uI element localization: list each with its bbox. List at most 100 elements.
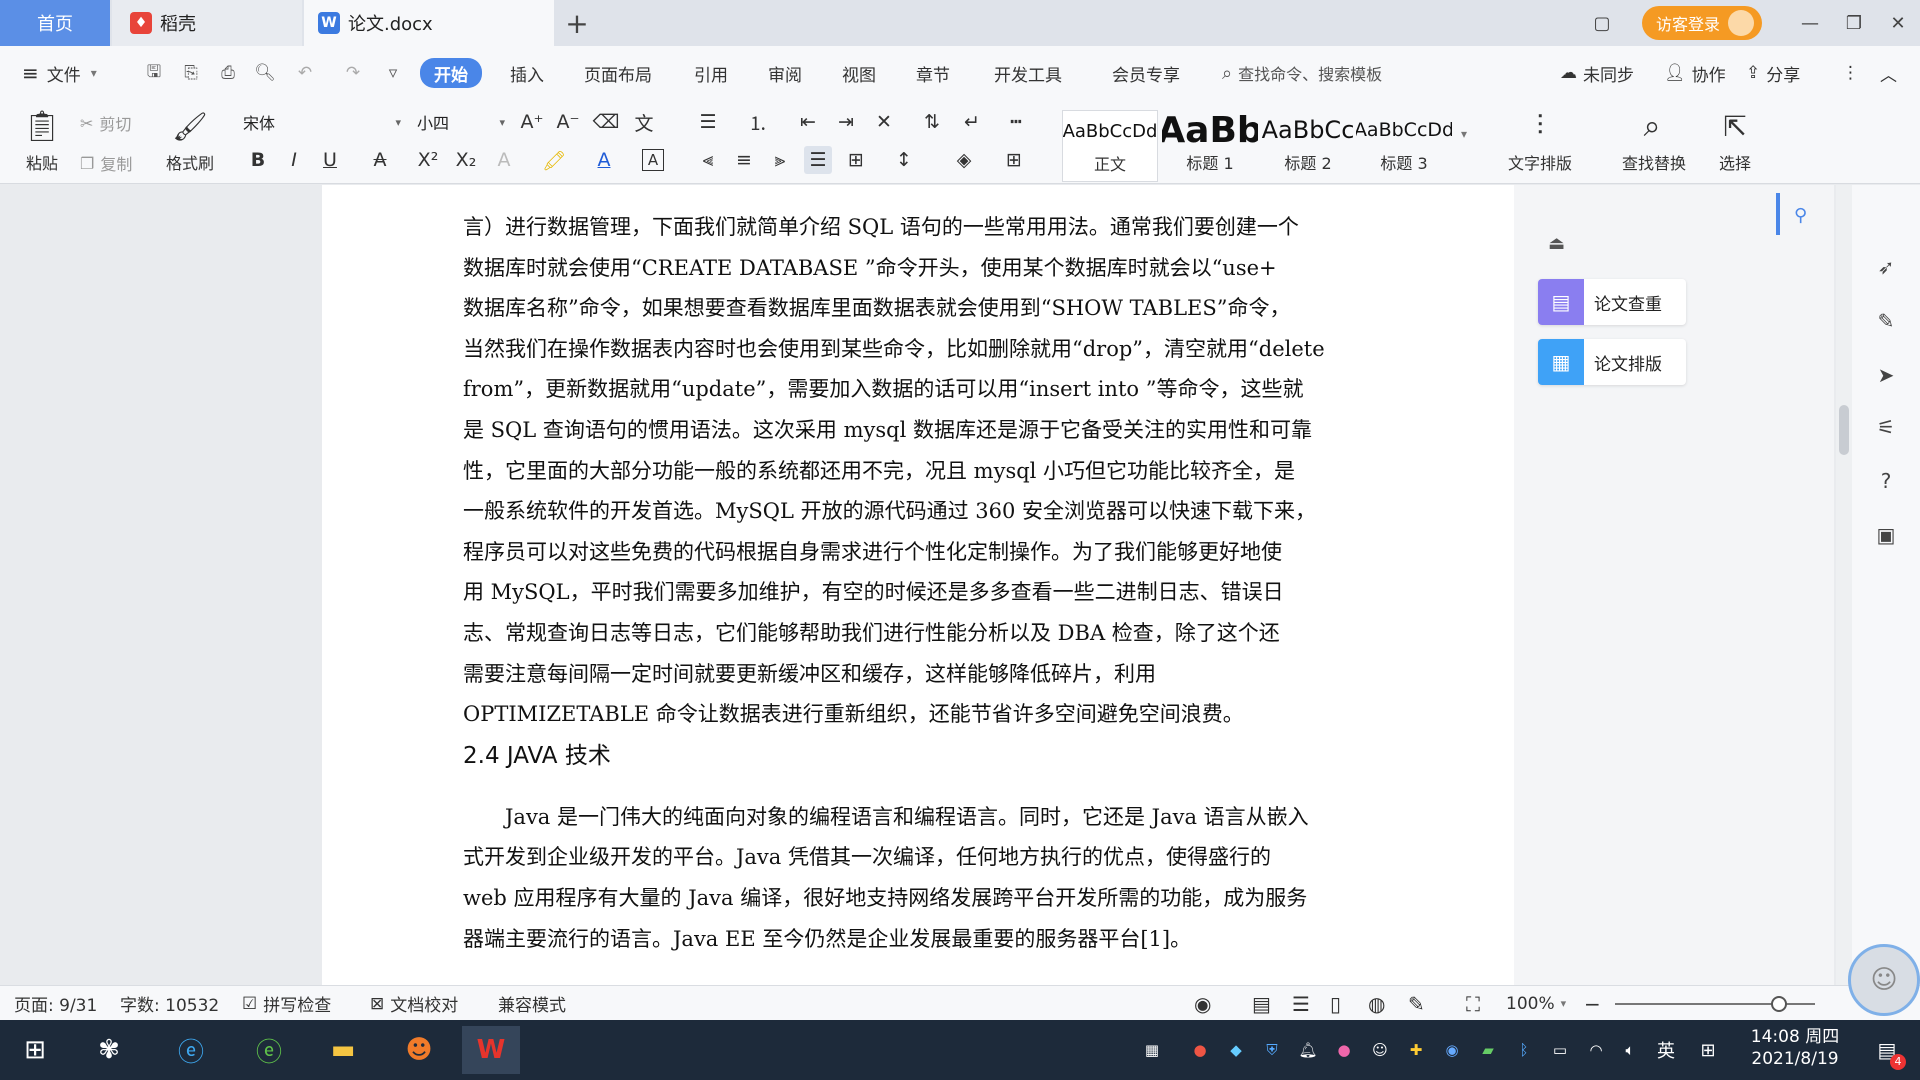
text-line[interactable]: 式开发到企业级开发的平台。Java 凭借其一次编译，任何地方执行的优点，使得盛行… xyxy=(463,837,1403,878)
tab-daoke[interactable]: ♦ 稻壳 xyxy=(112,0,302,46)
word-count[interactable]: 字数: 10532 xyxy=(120,986,219,1021)
collaborate-button[interactable]: 👤︎ 协作 xyxy=(1664,58,1726,88)
select-button[interactable]: 选择 xyxy=(1700,150,1770,174)
bold-icon[interactable]: B xyxy=(244,146,272,174)
qq-icon[interactable]: ☺ xyxy=(1368,1038,1392,1062)
close-button[interactable]: ✕ xyxy=(1876,0,1920,46)
format-painter-button[interactable]: 格式刷 xyxy=(158,150,222,174)
font-shrink-icon[interactable]: A⁻ xyxy=(554,108,582,136)
text-line[interactable]: 器端主要流行的语言。Java EE 至今仍然是企业发展最重要的服务器平台[1]。 xyxy=(463,919,1403,960)
location-pin-icon[interactable]: ⚲ xyxy=(1794,205,1807,226)
style-heading-3[interactable]: AaBbCcDd 标题 3 xyxy=(1356,110,1452,182)
more-icon[interactable]: ⋮ xyxy=(1842,58,1859,88)
font-size-select[interactable]: 小四 xyxy=(410,108,510,136)
ime-grid-icon[interactable]: ⊞ xyxy=(1696,1038,1720,1062)
borders-icon[interactable]: ⊞ xyxy=(1000,146,1028,174)
bluetooth-icon[interactable]: ᛒ xyxy=(1512,1038,1536,1062)
show-marks-icon[interactable]: ↵ xyxy=(958,108,986,136)
guest-login-button[interactable]: 访客登录 xyxy=(1641,6,1762,40)
text-line[interactable]: Java 是一门伟大的纯面向对象的编程语言和编程语言。同时，它还是 Java 语… xyxy=(463,797,1403,838)
text-line[interactable]: 志、常规查询日志等日志，它们能够帮助我们进行性能分析以及 DBA 检查，除了这个… xyxy=(463,613,1403,654)
text-line[interactable]: 一般系统软件的开发首选。MySQL 开放的源代码通过 360 安全浏览器可以快速… xyxy=(463,491,1403,532)
floating-assistant-icon[interactable]: ☺ xyxy=(1848,944,1920,1016)
decrease-indent-icon[interactable]: ⇤ xyxy=(794,108,822,136)
fit-page-icon[interactable]: ⛶ xyxy=(1466,986,1480,1021)
text-line[interactable]: 数据库时就会使用“CREATE DATABASE ”命令开头，使用某个数据库时就… xyxy=(463,248,1403,289)
text-line[interactable]: 是 SQL 查询语句的惯用语法。这次采用 mysql 数据库还是源于它备受关注的… xyxy=(463,410,1403,451)
strikethrough-icon[interactable]: A xyxy=(366,146,394,174)
print-preview-icon[interactable]: 🔍︎ xyxy=(252,60,278,86)
italic-icon[interactable]: I xyxy=(280,146,308,174)
menu-developer[interactable]: 开发工具 xyxy=(994,58,1062,88)
outline-view-icon[interactable]: ☰ xyxy=(1292,986,1310,1021)
zoom-slider[interactable] xyxy=(1615,996,1815,1012)
cpu-monitor-icon[interactable]: ▦ xyxy=(1134,1038,1170,1062)
file-explorer-icon[interactable]: ▬ xyxy=(314,1026,372,1074)
align-center-icon[interactable]: ≡ xyxy=(730,146,758,174)
file-menu[interactable]: ≡ 文件 ▾ xyxy=(22,58,97,88)
select-cursor-icon[interactable]: ⇱ xyxy=(1710,106,1760,146)
page-indicator[interactable]: 页面: 9/31 xyxy=(14,986,97,1021)
settings-sliders-icon[interactable]: ⚟ xyxy=(1872,413,1900,441)
pen-icon[interactable]: ✎ xyxy=(1872,307,1900,335)
volume-icon[interactable]: 🔈︎ xyxy=(1618,1038,1642,1062)
text-line[interactable]: 言）进行数据管理，下面我们就简单介绍 SQL 语句的一些常用用法。通常我们要创建… xyxy=(463,207,1403,248)
menu-insert[interactable]: 插入 xyxy=(510,58,544,88)
justify-icon[interactable]: ☰ xyxy=(804,146,832,174)
tab-document[interactable]: W 论文.docx xyxy=(304,0,554,46)
help-icon[interactable]: ? xyxy=(1872,467,1900,495)
paper-layout-button[interactable]: ▦ 论文排版 xyxy=(1538,339,1686,385)
text-line[interactable]: 性，它里面的大部分功能一般的系统都还用不完，况且 mysql 小巧但它功能比较齐… xyxy=(463,451,1403,492)
image-edit-icon[interactable]: ▣ xyxy=(1872,521,1900,549)
tray-app-icon[interactable]: ◆ xyxy=(1224,1038,1248,1062)
restore-button[interactable]: ❐ xyxy=(1832,0,1876,46)
minimize-button[interactable]: — xyxy=(1788,0,1832,46)
char-border-icon[interactable]: A xyxy=(642,149,664,171)
sync-status[interactable]: ☁ 未同步 xyxy=(1560,58,1634,88)
collapse-ribbon-icon[interactable]: ︿ xyxy=(1880,58,1897,88)
tray-app-icon[interactable]: ✚ xyxy=(1404,1038,1428,1062)
text-layout-icon[interactable]: ⫶ xyxy=(1510,106,1570,146)
eye-protect-icon[interactable]: ◉ xyxy=(1194,986,1211,1021)
paste-button[interactable]: 粘贴 xyxy=(14,150,70,174)
text-line[interactable]: 需要注意每间隔一定时间就要更新缓冲区和缓存，这样能够降低碎片，利用 xyxy=(463,654,1403,695)
zoom-slider-knob[interactable] xyxy=(1771,996,1787,1012)
page-view-icon[interactable]: ▤ xyxy=(1252,986,1271,1021)
system-clock[interactable]: 14:08 周四 2021/8/19 xyxy=(1740,1026,1850,1074)
write-view-icon[interactable]: ✎ xyxy=(1408,986,1425,1021)
command-search[interactable]: ⌕ 查找命令、搜索模板 xyxy=(1222,58,1382,88)
text-line[interactable]: 用 MySQL，平时我们需要多加维护，有空的时候还是多多查看一些二进制日志、错误… xyxy=(463,572,1403,613)
web-view-icon[interactable]: ◍ xyxy=(1368,986,1385,1021)
numbered-list-icon[interactable]: ⒈ xyxy=(744,108,772,136)
wps-writer-icon[interactable]: W xyxy=(462,1026,520,1074)
highlight-icon[interactable]: 🖍︎ xyxy=(540,146,568,174)
tray-app-icon[interactable]: ● xyxy=(1188,1038,1212,1062)
style-heading-1[interactable]: AaBb 标题 1 xyxy=(1162,110,1258,182)
print-icon[interactable]: ⎙ xyxy=(215,60,241,86)
align-right-icon[interactable]: ⫸ xyxy=(766,146,794,174)
font-grow-icon[interactable]: A⁺ xyxy=(518,108,546,136)
style-heading-2[interactable]: AaBbCc 标题 2 xyxy=(1260,110,1356,182)
save-icon[interactable]: 🖫 xyxy=(141,60,167,86)
text-line[interactable]: OPTIMIZETABLE 命令让数据表进行重新组织，还能节省许多空间避免空间浪… xyxy=(463,694,1403,735)
underline-icon[interactable]: U xyxy=(316,146,344,174)
rocket-icon[interactable]: ➶ xyxy=(1872,253,1900,281)
proofread-button[interactable]: ⊠ 文档校对 xyxy=(370,986,458,1021)
text-effect-icon[interactable]: A xyxy=(490,146,518,174)
increase-indent-icon[interactable]: ⇥ xyxy=(832,108,860,136)
pointer-icon[interactable]: ➤ xyxy=(1872,361,1900,389)
text-line[interactable]: 程序员可以对这些免费的代码根据自身需求进行个性化定制操作。为了我们能够更好地使 xyxy=(463,532,1403,573)
tab-home[interactable]: 首页 xyxy=(0,0,110,46)
tray-app-icon[interactable]: ● xyxy=(1332,1038,1356,1062)
tray-app-icon[interactable]: ◉ xyxy=(1440,1038,1464,1062)
menu-start[interactable]: 开始 xyxy=(420,58,482,88)
clear-format-icon[interactable]: ⌫ xyxy=(592,108,620,136)
360-browser-icon[interactable]: ⓔ xyxy=(240,1026,298,1074)
document-page[interactable]: 言）进行数据管理，下面我们就简单介绍 SQL 语句的一些常用用法。通常我们要创建… xyxy=(322,185,1514,985)
menu-references[interactable]: 引用 xyxy=(694,58,728,88)
distributed-icon[interactable]: ⊞ xyxy=(842,146,870,174)
nvidia-icon[interactable]: ▰ xyxy=(1476,1038,1500,1062)
wifi-icon[interactable]: ◠ xyxy=(1584,1038,1608,1062)
paste-icon[interactable]: 📋︎ xyxy=(14,106,70,146)
text-layout-button[interactable]: 文字排版 xyxy=(1490,150,1590,174)
